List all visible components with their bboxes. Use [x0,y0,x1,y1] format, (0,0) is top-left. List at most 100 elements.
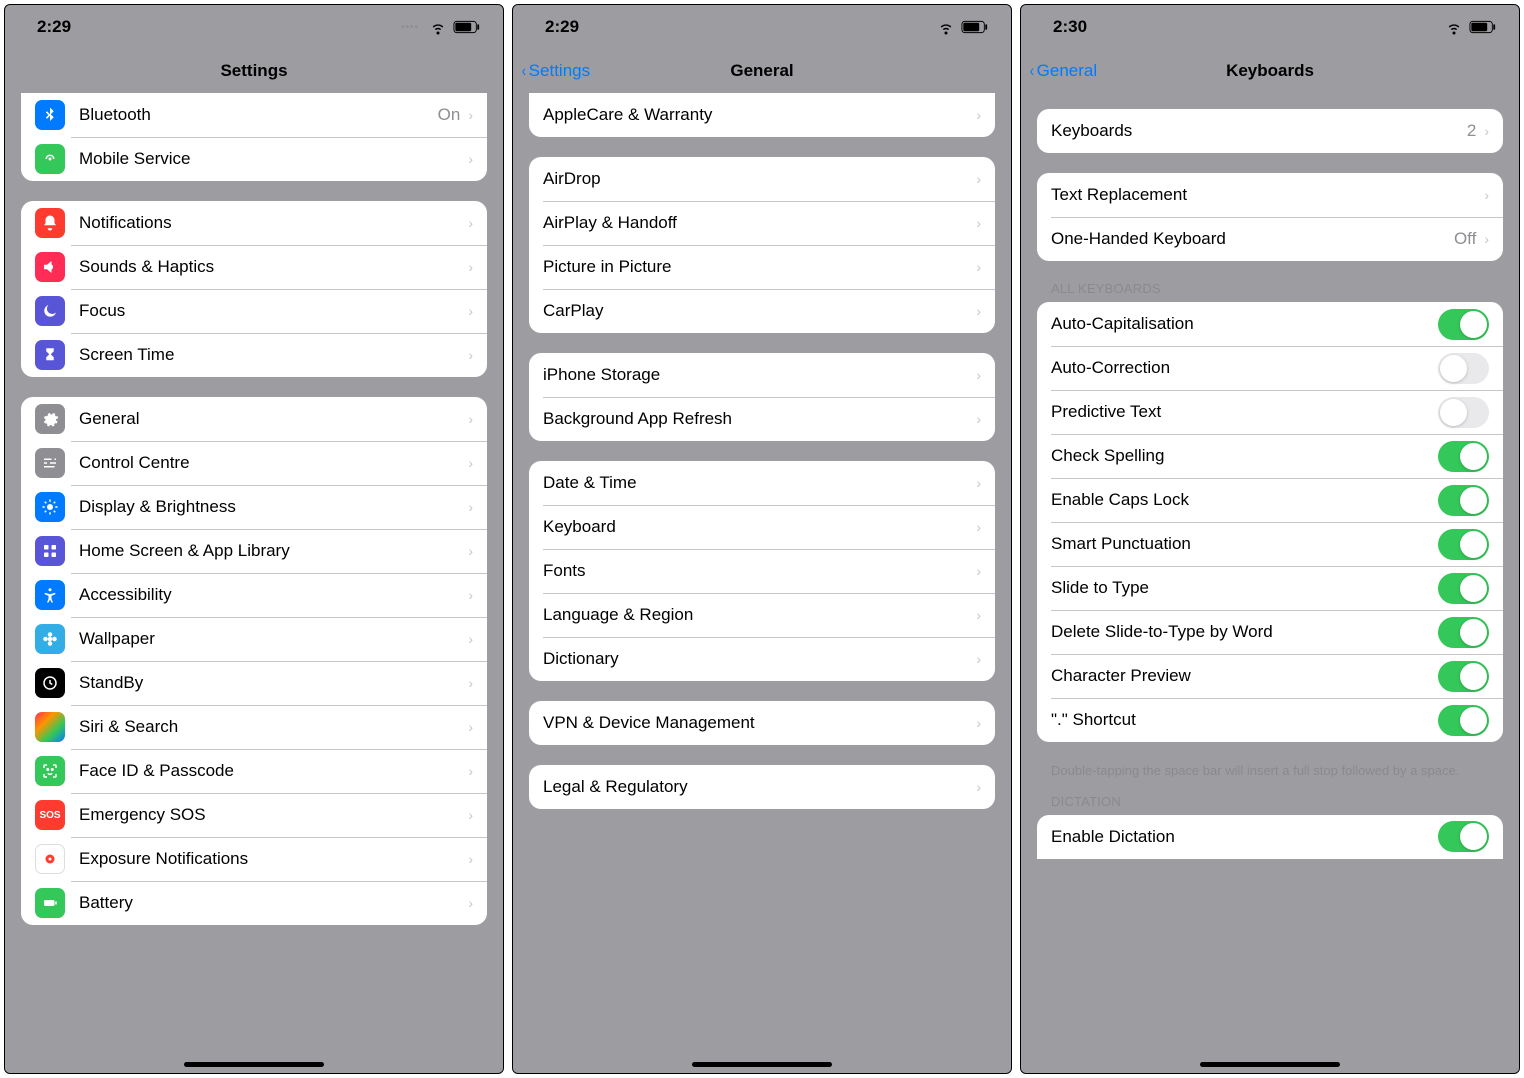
row-notifications[interactable]: Notifications › [21,201,487,245]
group-notifications: Notifications › Sounds & Haptics › Focus… [21,201,487,377]
toggle-predictive[interactable] [1438,397,1489,428]
general-content[interactable]: AppleCare & Warranty › AirDrop › AirPlay… [513,93,1011,1073]
row-general[interactable]: General › [21,397,487,441]
row-label: Smart Punctuation [1051,534,1438,554]
row-autocorrect[interactable]: Auto-Correction [1037,346,1503,390]
toggle-delslide[interactable] [1438,617,1489,648]
row-control-centre[interactable]: Control Centre › [21,441,487,485]
group-all-keyboards: Auto-Capitalisation Auto-Correction Pred… [1037,302,1503,742]
row-label: Delete Slide-to-Type by Word [1051,622,1438,642]
back-button[interactable]: ‹ General [1029,61,1097,81]
row-mobile-service[interactable]: Mobile Service › [21,137,487,181]
row-carplay[interactable]: CarPlay › [529,289,995,333]
row-vpn[interactable]: VPN & Device Management › [529,701,995,745]
row-label: VPN & Device Management [543,713,968,733]
row-label: General [79,409,460,429]
row-keyboard[interactable]: Keyboard › [529,505,995,549]
toggle-preview[interactable] [1438,661,1489,692]
row-label: Character Preview [1051,666,1438,686]
row-preview[interactable]: Character Preview [1037,654,1503,698]
home-indicator[interactable] [1200,1062,1340,1067]
group-legal: Legal & Regulatory › [529,765,995,809]
row-smart[interactable]: Smart Punctuation [1037,522,1503,566]
back-label: Settings [529,61,590,81]
row-home-screen[interactable]: Home Screen & App Library › [21,529,487,573]
home-indicator[interactable] [184,1062,324,1067]
toggle-slide[interactable] [1438,573,1489,604]
row-dictation[interactable]: Enable Dictation [1037,815,1503,859]
row-accessibility[interactable]: Accessibility › [21,573,487,617]
chevron-right-icon: › [468,895,473,911]
row-faceid[interactable]: Face ID & Passcode › [21,749,487,793]
row-label: Battery [79,893,460,913]
row-refresh[interactable]: Background App Refresh › [529,397,995,441]
row-label: Slide to Type [1051,578,1438,598]
row-predictive[interactable]: Predictive Text [1037,390,1503,434]
row-caps[interactable]: Enable Caps Lock [1037,478,1503,522]
toggle-caps[interactable] [1438,485,1489,516]
row-applecare[interactable]: AppleCare & Warranty › [529,93,995,137]
row-text-replacement[interactable]: Text Replacement › [1037,173,1503,217]
status-time: 2:29 [37,17,71,37]
row-label: Screen Time [79,345,460,365]
chevron-right-icon: › [468,303,473,319]
row-bluetooth[interactable]: Bluetooth On › [21,93,487,137]
row-one-handed[interactable]: One-Handed Keyboard Off › [1037,217,1503,261]
back-button[interactable]: ‹ Settings [521,61,590,81]
row-spell[interactable]: Check Spelling [1037,434,1503,478]
row-value: Off [1454,229,1476,249]
antenna-icon [35,144,65,174]
row-focus[interactable]: Focus › [21,289,487,333]
row-keyboards[interactable]: Keyboards 2 › [1037,109,1503,153]
row-standby[interactable]: StandBy › [21,661,487,705]
toggle-dictation[interactable] [1438,821,1489,852]
row-airdrop[interactable]: AirDrop › [529,157,995,201]
row-exposure[interactable]: Exposure Notifications › [21,837,487,881]
row-date[interactable]: Date & Time › [529,461,995,505]
sos-icon: SOS [35,800,65,830]
screen-keyboards: 2:30 ‹ General Keyboards Keyboards 2 › T… [1020,4,1520,1074]
row-siri[interactable]: Siri & Search › [21,705,487,749]
screen-settings: 2:29 •••• Settings Bluetooth On › Mobile… [4,4,504,1074]
row-delslide[interactable]: Delete Slide-to-Type by Word [1037,610,1503,654]
row-fonts[interactable]: Fonts › [529,549,995,593]
row-screen-time[interactable]: Screen Time › [21,333,487,377]
status-right [937,18,989,36]
row-label: Control Centre [79,453,460,473]
toggle-spell[interactable] [1438,441,1489,472]
toggle-autocorrect[interactable] [1438,353,1489,384]
siri-icon [35,712,65,742]
row-airplay[interactable]: AirPlay & Handoff › [529,201,995,245]
row-autocap[interactable]: Auto-Capitalisation [1037,302,1503,346]
row-dictionary[interactable]: Dictionary › [529,637,995,681]
row-sos[interactable]: SOS Emergency SOS › [21,793,487,837]
settings-content[interactable]: Bluetooth On › Mobile Service › Notifica… [5,93,503,1073]
row-storage[interactable]: iPhone Storage › [529,353,995,397]
row-sounds[interactable]: Sounds & Haptics › [21,245,487,289]
row-label: Dictionary [543,649,968,669]
row-label: Text Replacement [1051,185,1476,205]
row-pip[interactable]: Picture in Picture › [529,245,995,289]
group-keyboards-count: Keyboards 2 › [1037,109,1503,153]
row-wallpaper[interactable]: Wallpaper › [21,617,487,661]
row-display[interactable]: Display & Brightness › [21,485,487,529]
flower-icon [35,624,65,654]
gear-icon [35,404,65,434]
toggle-shortcut[interactable] [1438,705,1489,736]
nav-bar: ‹ Settings General [513,49,1011,93]
toggle-smart[interactable] [1438,529,1489,560]
group-connectivity: Bluetooth On › Mobile Service › [21,93,487,181]
row-language[interactable]: Language & Region › [529,593,995,637]
row-slide[interactable]: Slide to Type [1037,566,1503,610]
row-battery[interactable]: Battery › [21,881,487,925]
chevron-right-icon: › [976,411,981,427]
row-shortcut[interactable]: "." Shortcut [1037,698,1503,742]
row-legal[interactable]: Legal & Regulatory › [529,765,995,809]
chevron-right-icon: › [976,607,981,623]
chevron-right-icon: › [468,107,473,123]
row-label: Wallpaper [79,629,460,649]
group-dictation: Enable Dictation [1037,815,1503,859]
toggle-autocap[interactable] [1438,309,1489,340]
keyboards-content[interactable]: Keyboards 2 › Text Replacement › One-Han… [1021,93,1519,1073]
home-indicator[interactable] [692,1062,832,1067]
